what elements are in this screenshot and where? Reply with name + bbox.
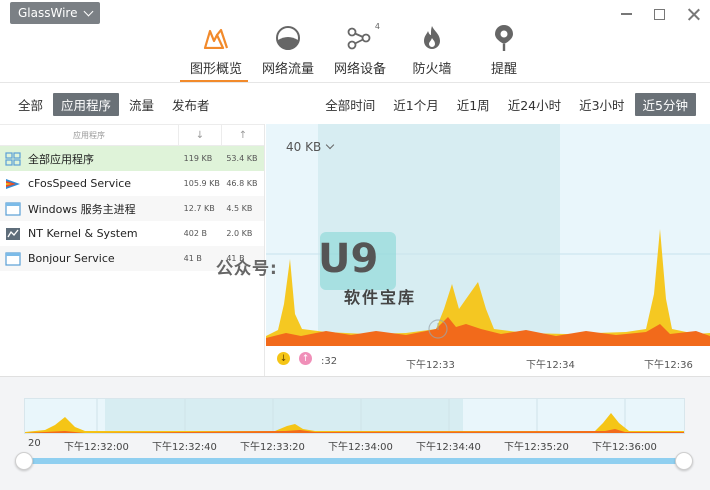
devices-count-badge: 4	[374, 22, 380, 31]
overview-tick: 下午12:32:00	[64, 442, 129, 453]
range-1-week[interactable]: 近1周	[449, 93, 498, 116]
graph-time-axis: ↓ ↑ :32 下午12:33 下午12:34 下午12:36	[266, 346, 710, 376]
filter-all[interactable]: 全部	[18, 93, 51, 116]
overview-ticks: 20 下午12:32:00 下午12:32:40 下午12:33:20 下午12…	[24, 438, 685, 453]
chevron-down-icon	[84, 6, 94, 16]
window-app-icon	[5, 251, 21, 266]
brand-label: GlassWire	[18, 6, 78, 20]
app-name: Bonjour Service	[28, 252, 115, 265]
tab-things[interactable]: 4 网络设备	[324, 20, 396, 82]
window-app-icon	[5, 201, 21, 216]
timeline-slider-track[interactable]	[24, 458, 685, 464]
watermark-line2: 软件宝库	[344, 288, 417, 307]
firewall-flame-icon	[418, 24, 446, 52]
time-tick: :32	[321, 356, 338, 367]
overview-tick: 下午12:36:00	[592, 442, 657, 453]
nav-divider	[0, 82, 710, 83]
tab-things-label: 网络设备	[333, 62, 386, 77]
timeline-overview: 20 下午12:32:00 下午12:32:40 下午12:33:20 下午12…	[0, 376, 710, 490]
col-header-app[interactable]: 应用程序	[0, 130, 178, 141]
tab-firewall-label: 防火墙	[412, 62, 452, 77]
tab-firewall[interactable]: 防火墙	[396, 20, 468, 82]
scale-label: 40 KB	[286, 140, 322, 154]
overview-graph[interactable]	[24, 398, 685, 434]
filter-apps[interactable]: 应用程序	[53, 92, 120, 116]
list-item[interactable]: 全部应用程序 119 KB 53.4 KB	[0, 146, 264, 171]
view-filter-bar: 全部 应用程序 流量 发布者	[18, 92, 220, 116]
main-nav: 图形概览 网络流量 4 网络设备 防火墙 提醒	[180, 20, 540, 82]
timeline-start-handle[interactable]	[15, 452, 33, 470]
overview-tick: 下午12:34:00	[328, 442, 393, 453]
app-download: 402 B	[183, 229, 207, 238]
tab-alerts-label: 提醒	[490, 62, 517, 77]
overview-tick: 20	[28, 438, 41, 449]
app-upload: 4.5 KB	[226, 204, 253, 213]
app-upload: 53.4 KB	[226, 154, 258, 163]
app-download: 12.7 KB	[183, 204, 215, 213]
nt-kernel-icon	[6, 227, 20, 240]
traffic-gauge-icon	[274, 24, 302, 52]
col-header-download[interactable]: ↓	[178, 125, 221, 145]
minimize-icon	[620, 13, 632, 15]
minimize-button[interactable]	[616, 4, 636, 24]
time-tick: 下午12:34	[526, 360, 575, 371]
app-upload: 46.8 KB	[226, 179, 258, 188]
upload-legend-icon[interactable]: ↑	[299, 352, 312, 365]
app-download: 41 B	[183, 254, 202, 263]
alert-pin-icon	[490, 24, 518, 52]
chevron-down-icon	[325, 140, 335, 150]
range-3-hours[interactable]: 近3小时	[571, 93, 632, 116]
app-download: 105.9 KB	[183, 179, 220, 188]
time-range-bar: 全部时间 近1个月 近1周 近24小时 近3小时 近5分钟	[315, 92, 696, 116]
range-all-time[interactable]: 全部时间	[317, 93, 383, 116]
overview-tick: 下午12:35:20	[504, 442, 569, 453]
cfosspeed-icon	[6, 178, 20, 189]
all-apps-grid-icon	[5, 151, 21, 166]
time-tick: 下午12:33	[406, 360, 455, 371]
watermark: 公众号: U9 软件宝库	[216, 232, 416, 312]
range-5-minutes[interactable]: 近5分钟	[634, 92, 696, 116]
tab-usage-label: 网络流量	[261, 62, 314, 77]
app-name: Windows 服务主进程	[28, 202, 136, 216]
tab-usage[interactable]: 网络流量	[252, 20, 324, 82]
overview-tick: 下午12:34:40	[416, 442, 481, 453]
timeline-end-handle[interactable]	[675, 452, 693, 470]
app-name: NT Kernel & System	[28, 227, 138, 240]
scale-dropdown[interactable]: 40 KB	[286, 140, 335, 154]
range-1-month[interactable]: 近1个月	[385, 93, 446, 116]
app-name: cFosSpeed Service	[28, 177, 132, 190]
list-item[interactable]: Windows 服务主进程 12.7 KB 4.5 KB	[0, 196, 264, 221]
tab-alerts[interactable]: 提醒	[468, 20, 540, 82]
filter-publisher[interactable]: 发布者	[164, 93, 218, 116]
range-24-hours[interactable]: 近24小时	[500, 93, 569, 116]
brand-menu-button[interactable]: GlassWire	[10, 2, 101, 24]
close-button[interactable]	[683, 4, 703, 24]
watermark-line1: 公众号:	[216, 259, 278, 279]
tab-graph[interactable]: 图形概览	[180, 20, 252, 82]
glasswire-window: GlassWire 图形概览 网络流量 4 网络设备 防火墙 提醒 全部 应用程…	[0, 0, 710, 490]
app-name: 全部应用程序	[28, 152, 94, 166]
overview-tick: 下午12:32:40	[152, 442, 217, 453]
maximize-icon	[653, 8, 665, 20]
tab-graph-label: 图形概览	[189, 62, 242, 77]
time-tick: 下午12:36	[644, 360, 693, 371]
app-list-header: 应用程序 ↓ ↑	[0, 124, 264, 146]
app-download: 119 KB	[183, 154, 213, 163]
watermark-logo: U9	[318, 236, 379, 282]
overview-tick: 下午12:33:20	[240, 442, 305, 453]
network-devices-icon: 4	[346, 22, 380, 52]
download-legend-icon[interactable]: ↓	[277, 352, 290, 365]
maximize-button[interactable]	[649, 4, 669, 24]
col-header-upload[interactable]: ↑	[221, 125, 264, 145]
list-item[interactable]: cFosSpeed Service 105.9 KB 46.8 KB	[0, 171, 264, 196]
overview-graph-svg	[25, 399, 684, 433]
filter-traffic[interactable]: 流量	[121, 93, 162, 116]
close-icon	[687, 8, 700, 21]
graph-icon	[202, 24, 230, 52]
